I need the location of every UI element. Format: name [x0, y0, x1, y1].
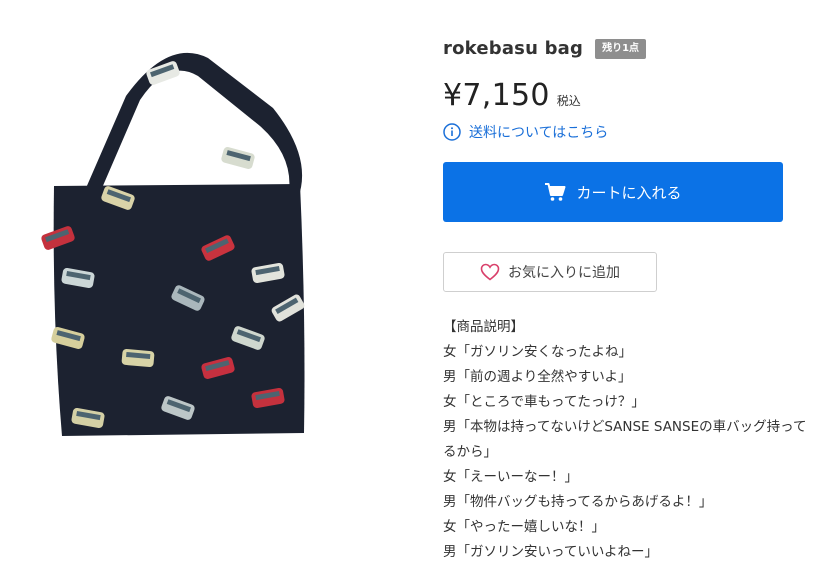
description-line: 女「えーいーなー！」	[443, 469, 578, 485]
shipping-info-link[interactable]: 送料についてはこちら	[443, 122, 608, 142]
description-line: 女「やったー嬉しいな！」	[443, 519, 605, 535]
stock-badge: 残り1点	[595, 38, 647, 59]
description-line: 女「ところで車もってたっけ？」	[443, 394, 645, 410]
vehicle-print	[221, 147, 255, 169]
heart-icon	[480, 263, 500, 281]
cart-icon	[545, 183, 566, 201]
price-row: ¥7,150 税込	[443, 78, 581, 113]
add-to-cart-button[interactable]: カートに入れる	[443, 162, 783, 222]
add-to-favorites-button[interactable]: お気に入りに追加	[443, 252, 657, 292]
product-title: rokebasu bag	[443, 38, 584, 59]
vehicle-print	[121, 348, 155, 368]
description-line: 男「本物は持ってないけどSANSE SANSEの車バッグ持ってるから」	[443, 419, 807, 460]
description-line: 女「ガソリン安くなったよね」	[443, 344, 632, 360]
product-description: 【商品説明】 女「ガソリン安くなったよね」 男「前の週より全然やすいよ」 女「と…	[443, 315, 813, 565]
add-to-favorites-label: お気に入りに追加	[508, 265, 620, 281]
description-line: 男「物件バッグも持ってるからあげるよ！」	[443, 494, 713, 510]
description-heading: 【商品説明】	[443, 319, 524, 335]
tote-bag-illustration	[41, 52, 305, 436]
title-row: rokebasu bag 残り1点	[443, 38, 647, 59]
tax-label: 税込	[556, 94, 581, 108]
product-image[interactable]	[38, 38, 330, 458]
description-line: 男「前の週より全然やすいよ」	[443, 369, 632, 385]
add-to-cart-label: カートに入れる	[576, 183, 682, 202]
description-line: 男「ガソリン安いっていいよねー」	[443, 544, 659, 560]
product-price: ¥7,150	[443, 78, 550, 113]
shipping-link-label[interactable]: 送料についてはこちら	[469, 122, 608, 142]
info-circle-icon	[443, 123, 461, 141]
